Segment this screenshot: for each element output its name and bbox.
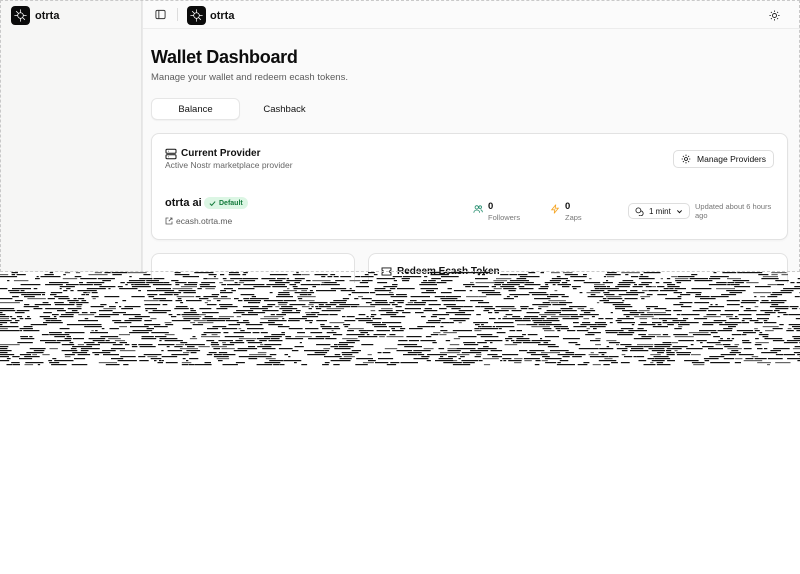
tab-cashback[interactable]: Cashback xyxy=(240,98,329,120)
default-badge-label: Default xyxy=(219,199,243,207)
default-badge: Default xyxy=(204,197,248,209)
header-brand[interactable]: otrta xyxy=(187,6,234,25)
provider-link[interactable]: ecash.otrta.me xyxy=(165,216,232,226)
server-icon xyxy=(165,148,177,160)
sidebar: otrta xyxy=(0,0,142,272)
top-bar-divider xyxy=(177,8,178,21)
provider-name: otrta ai xyxy=(165,197,202,209)
sidebar-brand[interactable]: otrta xyxy=(11,6,59,25)
otrta-logo-icon xyxy=(187,6,206,25)
tab-balance[interactable]: Balance xyxy=(151,98,240,120)
card-description: Active Nostr marketplace provider xyxy=(165,160,293,170)
followers-count: 0 xyxy=(488,201,494,212)
sidebar-brand-name: otrta xyxy=(35,9,60,22)
mint-selector-label: 1 mint xyxy=(649,206,671,216)
main-content: otrta Wallet Dashboard Manage your walle… xyxy=(142,0,800,283)
mint-selector[interactable]: 1 mint xyxy=(628,203,690,219)
card-title: Current Provider xyxy=(181,148,261,159)
followers-stat: 0 Followers xyxy=(473,201,520,222)
check-icon xyxy=(209,200,216,206)
coins-icon xyxy=(635,207,644,216)
manage-providers-label: Manage Providers xyxy=(697,154,766,164)
lightning-icon xyxy=(550,204,560,214)
blank-area xyxy=(0,366,800,574)
wallet-tabs: Balance Cashback xyxy=(151,98,329,120)
page-title: Wallet Dashboard xyxy=(151,47,298,67)
sidebar-toggle-icon[interactable] xyxy=(153,7,168,22)
zaps-count: 0 xyxy=(565,201,571,212)
chevron-down-icon xyxy=(676,209,682,213)
page-subtitle: Manage your wallet and redeem ecash toke… xyxy=(151,72,348,83)
updated-timestamp: Updated about 6 hours ago xyxy=(695,202,772,220)
render-artifact-band xyxy=(0,272,800,366)
top-bar: otrta xyxy=(143,0,800,29)
users-icon xyxy=(473,205,483,213)
manage-providers-button[interactable]: Manage Providers xyxy=(673,150,774,168)
zaps-label: Zaps xyxy=(565,213,582,222)
followers-label: Followers xyxy=(488,213,521,222)
sun-icon[interactable] xyxy=(767,8,781,22)
provider-link-text: ecash.otrta.me xyxy=(176,216,233,226)
header-brand-name: otrta xyxy=(210,9,235,22)
gear-icon xyxy=(681,154,691,164)
current-provider-card: Current Provider Active Nostr marketplac… xyxy=(151,133,788,240)
otrta-logo-icon xyxy=(11,6,30,25)
external-link-icon xyxy=(165,217,173,225)
zaps-stat: 0 Zaps xyxy=(550,201,582,222)
